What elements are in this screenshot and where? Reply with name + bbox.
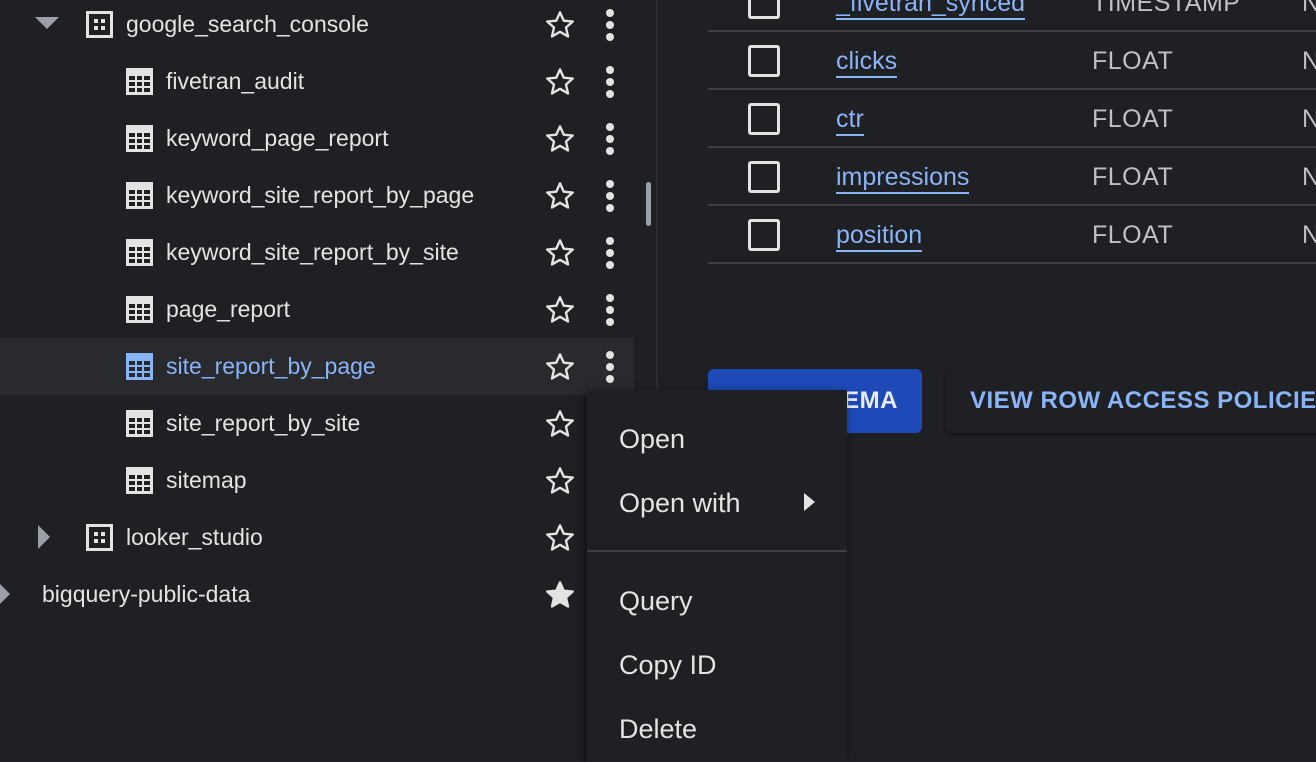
tree-item-label: site_report_by_site — [166, 410, 361, 436]
row-checkbox[interactable] — [748, 161, 780, 193]
star-outline-icon[interactable] — [544, 522, 576, 554]
tree-item-looker-studio[interactable]: looker_studio — [0, 509, 634, 566]
menu-item-label: Delete — [619, 714, 698, 744]
star-outline-icon[interactable] — [544, 408, 576, 440]
row-checkbox[interactable] — [748, 45, 780, 77]
tree-item-label: keyword_site_report_by_site — [166, 239, 459, 265]
table-icon — [126, 296, 153, 323]
star-outline-icon[interactable] — [544, 237, 576, 269]
table-icon — [126, 467, 153, 494]
row-checkbox[interactable] — [748, 103, 780, 135]
more-actions-icon[interactable] — [598, 122, 622, 156]
menu-divider — [587, 550, 847, 552]
tree-item-bigquery-public-data[interactable]: bigquery-public-data — [0, 566, 634, 623]
tree-item-sitemap[interactable]: sitemap — [0, 452, 634, 509]
tree-item-fivetran-audit[interactable]: fivetran_audit — [0, 53, 634, 110]
star-filled-icon[interactable] — [544, 579, 576, 611]
tree-item-site-report-by-site[interactable]: site_report_by_site — [0, 395, 634, 452]
star-outline-icon[interactable] — [544, 465, 576, 497]
field-name-link[interactable]: _fivetran_synced — [836, 0, 1026, 32]
tree-item-label: google_search_console — [126, 11, 369, 37]
field-type: FLOAT — [1092, 221, 1174, 249]
more-actions-icon[interactable] — [598, 350, 622, 384]
field-mode: N — [1302, 221, 1316, 249]
more-actions-icon[interactable] — [598, 236, 622, 270]
tree-item-label: sitemap — [166, 467, 247, 493]
dataset-icon — [86, 11, 113, 38]
field-mode: N — [1302, 0, 1316, 17]
row-checkbox[interactable] — [748, 0, 780, 19]
more-actions-icon[interactable] — [598, 293, 622, 327]
menu-item-label: Open with — [619, 488, 741, 518]
field-name-link[interactable]: ctr — [836, 90, 864, 148]
more-actions-icon[interactable] — [598, 8, 622, 42]
menu-item-label: Open — [619, 424, 686, 454]
more-actions-icon[interactable] — [598, 65, 622, 99]
resize-handle[interactable] — [646, 182, 651, 226]
menu-item-open[interactable]: Open — [587, 407, 847, 471]
table-row: clicks FLOAT N — [708, 32, 1316, 90]
menu-item-label: Query — [619, 586, 693, 616]
tree-item-label: site_report_by_page — [166, 353, 376, 379]
expand-arrow-icon[interactable] — [28, 509, 58, 566]
field-type: TIMESTAMP — [1092, 0, 1241, 17]
tree-item-page-report[interactable]: page_report — [0, 281, 634, 338]
tree-item-google-search-console[interactable]: google_search_console — [0, 0, 634, 53]
table-icon — [126, 68, 153, 95]
menu-item-copy-id[interactable]: Copy ID — [587, 633, 847, 697]
table-icon — [126, 125, 153, 152]
explorer-panel: google_search_console fivetran_audit key… — [0, 0, 634, 762]
table-row: _fivetran_synced TIMESTAMP N — [708, 0, 1316, 32]
table-row: impressions FLOAT N — [708, 148, 1316, 206]
star-outline-icon[interactable] — [544, 123, 576, 155]
menu-item-delete[interactable]: Delete — [587, 697, 847, 761]
tree-item-label: bigquery-public-data — [42, 581, 251, 607]
menu-item-open-with[interactable]: Open with — [587, 471, 847, 535]
row-checkbox[interactable] — [748, 219, 780, 251]
collapse-arrow-icon[interactable] — [30, 0, 60, 53]
menu-item-label: Copy ID — [619, 650, 717, 680]
tree-item-label: looker_studio — [126, 524, 263, 550]
more-actions-icon[interactable] — [598, 179, 622, 213]
tree-item-keyword-site-report-by-site[interactable]: keyword_site_report_by_site — [0, 224, 634, 281]
submenu-arrow-icon — [804, 493, 815, 511]
table-icon — [126, 410, 153, 437]
field-mode: N — [1302, 47, 1316, 75]
star-outline-icon[interactable] — [544, 9, 576, 41]
field-type: FLOAT — [1092, 47, 1174, 75]
tree-item-site-report-by-page[interactable]: site_report_by_page — [0, 338, 634, 395]
table-row: position FLOAT N — [708, 206, 1316, 264]
tree-item-keyword-site-report-by-page[interactable]: keyword_site_report_by_page — [0, 167, 634, 224]
table-icon — [126, 353, 153, 380]
tree-item-label: page_report — [166, 296, 291, 322]
field-name-link[interactable]: position — [836, 206, 923, 264]
star-outline-icon[interactable] — [544, 180, 576, 212]
field-name-link[interactable]: clicks — [836, 32, 898, 90]
tree-item-label: keyword_site_report_by_page — [166, 182, 475, 208]
field-mode: N — [1302, 105, 1316, 133]
table-icon — [126, 239, 153, 266]
table-icon — [126, 182, 153, 209]
tree-item-keyword-page-report[interactable]: keyword_page_report — [0, 110, 634, 167]
field-type: FLOAT — [1092, 163, 1174, 191]
tree-item-label: keyword_page_report — [166, 125, 389, 151]
field-mode: N — [1302, 163, 1316, 191]
view-row-access-policies-button[interactable]: VIEW ROW ACCESS POLICIES — [946, 369, 1316, 433]
field-name-link[interactable]: impressions — [836, 148, 970, 206]
dataset-icon — [86, 524, 113, 551]
context-menu: Open Open with Query Copy ID Delete — [587, 390, 847, 762]
star-outline-icon[interactable] — [544, 66, 576, 98]
expand-arrow-icon[interactable] — [0, 566, 18, 623]
tree-item-label: fivetran_audit — [166, 68, 305, 94]
star-outline-icon[interactable] — [544, 351, 576, 383]
star-outline-icon[interactable] — [544, 294, 576, 326]
field-type: FLOAT — [1092, 105, 1174, 133]
table-row: ctr FLOAT N — [708, 90, 1316, 148]
menu-item-query[interactable]: Query — [587, 569, 847, 633]
